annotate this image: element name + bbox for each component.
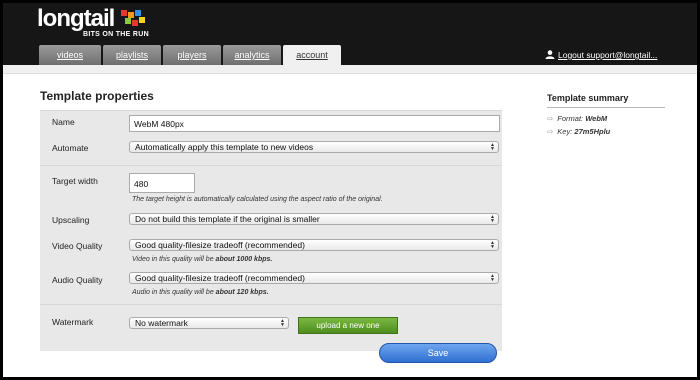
upload-watermark-button[interactable]: upload a new one	[298, 317, 398, 334]
logo[interactable]: longtail BITS ON THE RUN	[37, 5, 149, 39]
summary-key-label: Key:	[557, 127, 573, 136]
video-quality-hint-text: Video in this quality will be	[132, 256, 214, 263]
automate-label: Automate	[52, 143, 89, 153]
select-arrows-icon: ▲ ▼	[490, 214, 495, 224]
tab-videos[interactable]: videos	[39, 45, 101, 65]
audio-quality-bitrate: about 120 kbps.	[215, 289, 269, 296]
upscaling-value: Do not build this template if the origin…	[135, 214, 320, 224]
name-field[interactable]: WebM 480px	[129, 115, 500, 132]
watermark-select[interactable]: No watermark ▲ ▼	[129, 317, 289, 329]
top-navigation-bar: longtail BITS ON THE RUN videos playlist…	[3, 3, 697, 65]
video-quality-label: Video Quality	[52, 241, 103, 251]
tab-account[interactable]: account	[283, 45, 341, 65]
logo-tagline: BITS ON THE RUN	[83, 31, 149, 38]
upscaling-label: Upscaling	[52, 215, 90, 225]
video-quality-select[interactable]: Good quality-filesize tradeoff (recommen…	[129, 239, 499, 251]
tab-underbar	[3, 65, 697, 74]
summary-format-value: WebM	[585, 114, 608, 123]
summary-divider	[547, 107, 665, 108]
audio-quality-select[interactable]: Good quality-filesize tradeoff (recommen…	[129, 272, 499, 284]
audio-quality-value: Good quality-filesize tradeoff (recommen…	[135, 273, 305, 283]
user-icon	[545, 50, 555, 59]
tab-analytics[interactable]: analytics	[223, 45, 281, 65]
automate-value: Automatically apply this template to new…	[135, 142, 314, 152]
target-width-field[interactable]: 480	[129, 173, 195, 193]
select-arrows-icon: ▲ ▼	[490, 273, 495, 283]
audio-quality-label: Audio Quality	[52, 275, 103, 285]
save-button[interactable]: Save	[379, 343, 497, 363]
target-width-label: Target width	[52, 176, 98, 186]
summary-format: ⇨ Format: WebM	[547, 114, 607, 123]
select-arrows-icon: ▲ ▼	[490, 142, 495, 152]
logout-link[interactable]: Logout support@longtail...	[545, 50, 657, 60]
app-window: longtail BITS ON THE RUN videos playlist…	[3, 3, 697, 377]
name-label: Name	[52, 117, 75, 127]
automate-select[interactable]: Automatically apply this template to new…	[129, 141, 499, 153]
tab-playlists[interactable]: playlists	[103, 45, 161, 65]
audio-quality-hint: Audio in this quality will be about 120 …	[132, 289, 269, 296]
select-arrows-icon: ▲ ▼	[490, 240, 495, 250]
summary-title: Template summary	[547, 93, 629, 103]
logo-mark-icon	[121, 10, 145, 26]
page-title: Template properties	[40, 89, 154, 103]
target-width-hint: The target height is automatically calcu…	[132, 196, 383, 203]
summary-key-value: 27m5Hplu	[574, 127, 611, 136]
video-quality-value: Good quality-filesize tradeoff (recommen…	[135, 240, 305, 250]
arrow-right-icon: ⇨	[547, 114, 554, 123]
video-quality-bitrate: about 1000 kbps.	[215, 256, 273, 263]
tab-players[interactable]: players	[163, 45, 221, 65]
logo-wordmark: longtail	[37, 5, 115, 32]
basic-settings-panel: Name WebM 480px Automate Automatically a…	[40, 110, 502, 165]
upscaling-select[interactable]: Do not build this template if the origin…	[129, 213, 499, 225]
summary-format-label: Format:	[557, 114, 584, 123]
watermark-value: No watermark	[135, 318, 188, 328]
select-arrows-icon: ▲ ▼	[280, 318, 285, 328]
video-quality-hint: Video in this quality will be about 1000…	[132, 256, 272, 263]
summary-key: ⇨ Key: 27m5Hplu	[547, 127, 610, 136]
logout-label: Logout support@longtail...	[558, 50, 658, 60]
watermark-label: Watermark	[52, 317, 94, 327]
arrow-right-icon: ⇨	[547, 127, 554, 136]
quality-settings-panel: Target width 480 The target height is au…	[40, 165, 502, 304]
audio-quality-hint-text: Audio in this quality will be	[132, 289, 214, 296]
